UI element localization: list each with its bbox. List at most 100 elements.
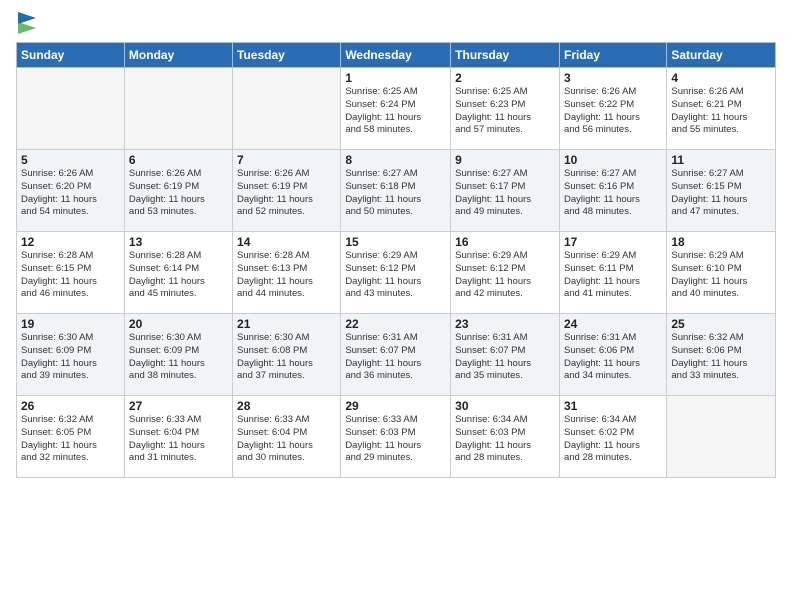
- calendar-cell: 16Sunrise: 6:29 AM Sunset: 6:12 PM Dayli…: [451, 232, 560, 314]
- day-info: Sunrise: 6:29 AM Sunset: 6:11 PM Dayligh…: [564, 250, 662, 301]
- day-number: 26: [21, 399, 120, 413]
- day-number: 22: [345, 317, 446, 331]
- calendar-cell: [233, 68, 341, 150]
- day-info: Sunrise: 6:33 AM Sunset: 6:03 PM Dayligh…: [345, 414, 446, 465]
- calendar-cell: 17Sunrise: 6:29 AM Sunset: 6:11 PM Dayli…: [559, 232, 666, 314]
- day-info: Sunrise: 6:33 AM Sunset: 6:04 PM Dayligh…: [129, 414, 228, 465]
- calendar-cell: 6Sunrise: 6:26 AM Sunset: 6:19 PM Daylig…: [124, 150, 232, 232]
- week-row-3: 12Sunrise: 6:28 AM Sunset: 6:15 PM Dayli…: [17, 232, 776, 314]
- day-number: 9: [455, 153, 555, 167]
- day-info: Sunrise: 6:31 AM Sunset: 6:07 PM Dayligh…: [455, 332, 555, 383]
- calendar-cell: 4Sunrise: 6:26 AM Sunset: 6:21 PM Daylig…: [667, 68, 776, 150]
- day-info: Sunrise: 6:29 AM Sunset: 6:12 PM Dayligh…: [455, 250, 555, 301]
- day-number: 25: [671, 317, 771, 331]
- calendar-cell: 15Sunrise: 6:29 AM Sunset: 6:12 PM Dayli…: [341, 232, 451, 314]
- calendar-cell: 20Sunrise: 6:30 AM Sunset: 6:09 PM Dayli…: [124, 314, 232, 396]
- day-info: Sunrise: 6:31 AM Sunset: 6:06 PM Dayligh…: [564, 332, 662, 383]
- day-info: Sunrise: 6:29 AM Sunset: 6:12 PM Dayligh…: [345, 250, 446, 301]
- day-number: 6: [129, 153, 228, 167]
- day-info: Sunrise: 6:28 AM Sunset: 6:14 PM Dayligh…: [129, 250, 228, 301]
- day-info: Sunrise: 6:34 AM Sunset: 6:02 PM Dayligh…: [564, 414, 662, 465]
- calendar-cell: 12Sunrise: 6:28 AM Sunset: 6:15 PM Dayli…: [17, 232, 125, 314]
- week-row-1: 1Sunrise: 6:25 AM Sunset: 6:24 PM Daylig…: [17, 68, 776, 150]
- calendar-cell: 8Sunrise: 6:27 AM Sunset: 6:18 PM Daylig…: [341, 150, 451, 232]
- day-number: 1: [345, 71, 446, 85]
- day-number: 10: [564, 153, 662, 167]
- day-info: Sunrise: 6:31 AM Sunset: 6:07 PM Dayligh…: [345, 332, 446, 383]
- day-number: 15: [345, 235, 446, 249]
- day-info: Sunrise: 6:30 AM Sunset: 6:08 PM Dayligh…: [237, 332, 336, 383]
- weekday-saturday: Saturday: [667, 43, 776, 68]
- calendar-cell: 10Sunrise: 6:27 AM Sunset: 6:16 PM Dayli…: [559, 150, 666, 232]
- calendar-cell: 29Sunrise: 6:33 AM Sunset: 6:03 PM Dayli…: [341, 396, 451, 478]
- day-number: 28: [237, 399, 336, 413]
- weekday-wednesday: Wednesday: [341, 43, 451, 68]
- week-row-2: 5Sunrise: 6:26 AM Sunset: 6:20 PM Daylig…: [17, 150, 776, 232]
- day-number: 12: [21, 235, 120, 249]
- day-number: 3: [564, 71, 662, 85]
- calendar-cell: 25Sunrise: 6:32 AM Sunset: 6:06 PM Dayli…: [667, 314, 776, 396]
- day-info: Sunrise: 6:26 AM Sunset: 6:21 PM Dayligh…: [671, 86, 771, 137]
- day-number: 16: [455, 235, 555, 249]
- day-info: Sunrise: 6:25 AM Sunset: 6:23 PM Dayligh…: [455, 86, 555, 137]
- logo: [16, 14, 36, 34]
- day-number: 19: [21, 317, 120, 331]
- week-row-4: 19Sunrise: 6:30 AM Sunset: 6:09 PM Dayli…: [17, 314, 776, 396]
- calendar-cell: 9Sunrise: 6:27 AM Sunset: 6:17 PM Daylig…: [451, 150, 560, 232]
- day-info: Sunrise: 6:28 AM Sunset: 6:15 PM Dayligh…: [21, 250, 120, 301]
- calendar-cell: 27Sunrise: 6:33 AM Sunset: 6:04 PM Dayli…: [124, 396, 232, 478]
- calendar-cell: 13Sunrise: 6:28 AM Sunset: 6:14 PM Dayli…: [124, 232, 232, 314]
- calendar-cell: 5Sunrise: 6:26 AM Sunset: 6:20 PM Daylig…: [17, 150, 125, 232]
- day-info: Sunrise: 6:25 AM Sunset: 6:24 PM Dayligh…: [345, 86, 446, 137]
- day-number: 7: [237, 153, 336, 167]
- day-number: 29: [345, 399, 446, 413]
- day-info: Sunrise: 6:32 AM Sunset: 6:05 PM Dayligh…: [21, 414, 120, 465]
- weekday-thursday: Thursday: [451, 43, 560, 68]
- calendar-cell: [17, 68, 125, 150]
- calendar-cell: 30Sunrise: 6:34 AM Sunset: 6:03 PM Dayli…: [451, 396, 560, 478]
- day-number: 11: [671, 153, 771, 167]
- day-info: Sunrise: 6:29 AM Sunset: 6:10 PM Dayligh…: [671, 250, 771, 301]
- day-info: Sunrise: 6:33 AM Sunset: 6:04 PM Dayligh…: [237, 414, 336, 465]
- calendar-cell: [124, 68, 232, 150]
- day-info: Sunrise: 6:27 AM Sunset: 6:15 PM Dayligh…: [671, 168, 771, 219]
- day-number: 24: [564, 317, 662, 331]
- calendar-cell: 2Sunrise: 6:25 AM Sunset: 6:23 PM Daylig…: [451, 68, 560, 150]
- day-info: Sunrise: 6:27 AM Sunset: 6:18 PM Dayligh…: [345, 168, 446, 219]
- calendar-cell: 1Sunrise: 6:25 AM Sunset: 6:24 PM Daylig…: [341, 68, 451, 150]
- calendar-cell: 28Sunrise: 6:33 AM Sunset: 6:04 PM Dayli…: [233, 396, 341, 478]
- day-info: Sunrise: 6:26 AM Sunset: 6:22 PM Dayligh…: [564, 86, 662, 137]
- weekday-header-row: SundayMondayTuesdayWednesdayThursdayFrid…: [17, 43, 776, 68]
- weekday-friday: Friday: [559, 43, 666, 68]
- day-info: Sunrise: 6:26 AM Sunset: 6:19 PM Dayligh…: [129, 168, 228, 219]
- calendar-cell: 14Sunrise: 6:28 AM Sunset: 6:13 PM Dayli…: [233, 232, 341, 314]
- day-info: Sunrise: 6:34 AM Sunset: 6:03 PM Dayligh…: [455, 414, 555, 465]
- day-info: Sunrise: 6:30 AM Sunset: 6:09 PM Dayligh…: [129, 332, 228, 383]
- week-row-5: 26Sunrise: 6:32 AM Sunset: 6:05 PM Dayli…: [17, 396, 776, 478]
- calendar-cell: 3Sunrise: 6:26 AM Sunset: 6:22 PM Daylig…: [559, 68, 666, 150]
- calendar-cell: 24Sunrise: 6:31 AM Sunset: 6:06 PM Dayli…: [559, 314, 666, 396]
- calendar-cell: 26Sunrise: 6:32 AM Sunset: 6:05 PM Dayli…: [17, 396, 125, 478]
- calendar-cell: 31Sunrise: 6:34 AM Sunset: 6:02 PM Dayli…: [559, 396, 666, 478]
- calendar-cell: [667, 396, 776, 478]
- day-info: Sunrise: 6:28 AM Sunset: 6:13 PM Dayligh…: [237, 250, 336, 301]
- header: [16, 10, 776, 34]
- logo-icon: [18, 12, 36, 34]
- weekday-sunday: Sunday: [17, 43, 125, 68]
- day-number: 20: [129, 317, 228, 331]
- weekday-tuesday: Tuesday: [233, 43, 341, 68]
- calendar-cell: 21Sunrise: 6:30 AM Sunset: 6:08 PM Dayli…: [233, 314, 341, 396]
- calendar: SundayMondayTuesdayWednesdayThursdayFrid…: [16, 42, 776, 478]
- page: SundayMondayTuesdayWednesdayThursdayFrid…: [0, 0, 792, 612]
- calendar-cell: 23Sunrise: 6:31 AM Sunset: 6:07 PM Dayli…: [451, 314, 560, 396]
- day-number: 4: [671, 71, 771, 85]
- calendar-cell: 11Sunrise: 6:27 AM Sunset: 6:15 PM Dayli…: [667, 150, 776, 232]
- calendar-cell: 7Sunrise: 6:26 AM Sunset: 6:19 PM Daylig…: [233, 150, 341, 232]
- day-number: 17: [564, 235, 662, 249]
- weekday-monday: Monday: [124, 43, 232, 68]
- day-number: 21: [237, 317, 336, 331]
- day-number: 2: [455, 71, 555, 85]
- day-number: 30: [455, 399, 555, 413]
- day-number: 14: [237, 235, 336, 249]
- day-info: Sunrise: 6:30 AM Sunset: 6:09 PM Dayligh…: [21, 332, 120, 383]
